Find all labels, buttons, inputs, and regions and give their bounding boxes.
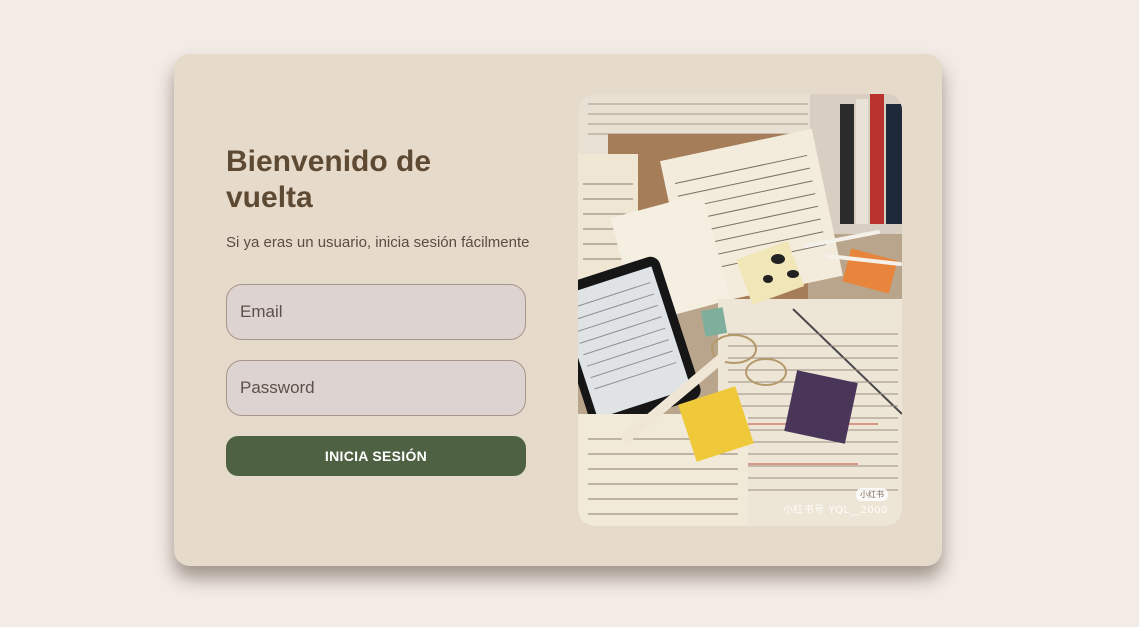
- desk-illustration: [578, 94, 902, 526]
- login-form: Bienvenido de vuelta Si ya eras un usuar…: [226, 144, 530, 476]
- page-subtitle: Si ya eras un usuario, inicia sesión fác…: [226, 234, 530, 251]
- login-card: Bienvenido de vuelta Si ya eras un usuar…: [174, 54, 942, 566]
- page-title: Bienvenido de vuelta: [226, 145, 432, 214]
- password-field[interactable]: [226, 360, 526, 416]
- hero-image: 小红书 小红书号 YQL__2000: [578, 94, 902, 526]
- watermark-badge: 小红书: [856, 488, 888, 501]
- watermark-text: 小红书号 YQL__2000: [782, 505, 888, 516]
- login-button[interactable]: INICIA SESIÓN: [226, 436, 526, 476]
- email-field[interactable]: [226, 284, 526, 340]
